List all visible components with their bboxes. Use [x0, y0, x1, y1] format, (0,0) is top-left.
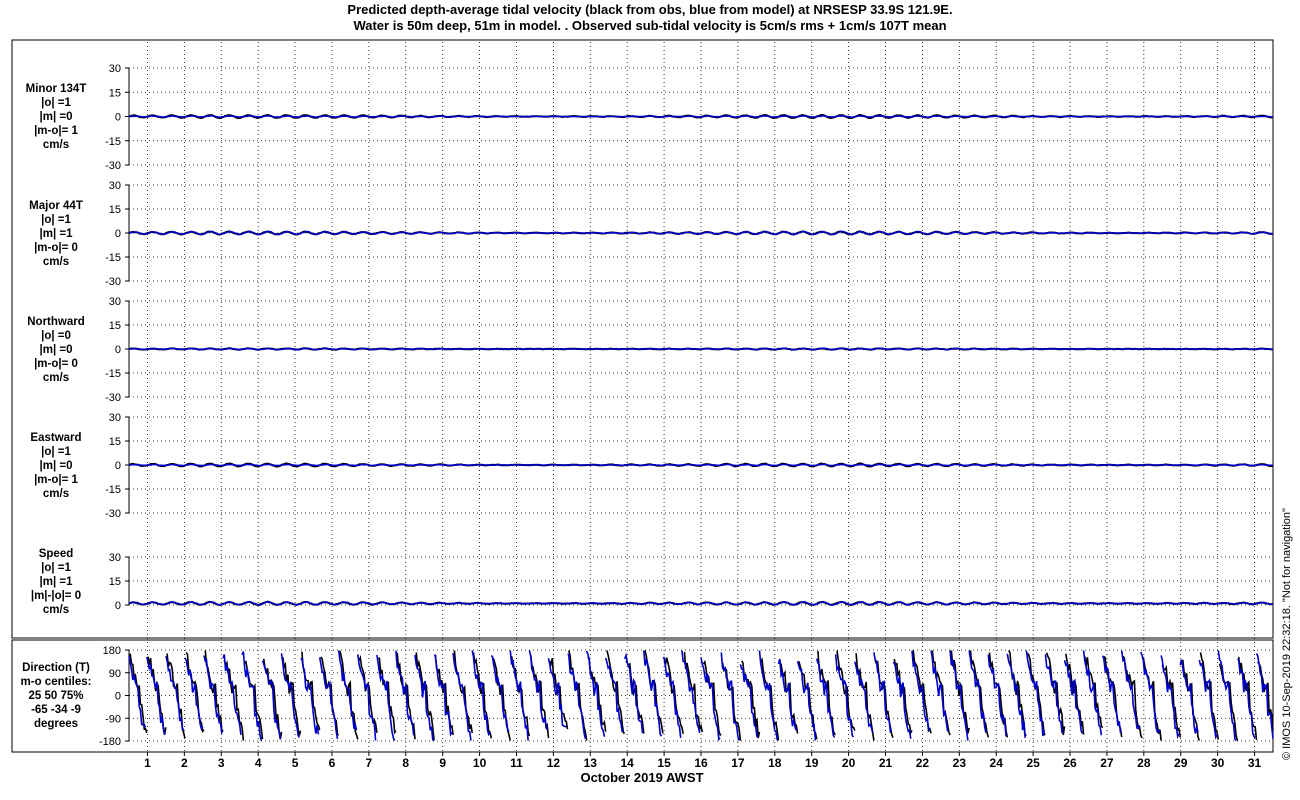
speed-panel-label: Speed |o| =1 |m| =1 |m|-|o|= 0 cm/s — [0, 547, 112, 617]
x-tick-label-18: 18 — [768, 756, 782, 770]
speed-y-tick-label-0: 0 — [115, 600, 121, 612]
northward-label-line: |o| =0 — [41, 330, 71, 342]
eastward-y-tick-label-0: 0 — [115, 460, 121, 472]
minor-label-line: |m| =0 — [39, 111, 73, 123]
x-tick-label-27: 27 — [1100, 756, 1114, 770]
x-tick-label-26: 26 — [1063, 756, 1077, 770]
x-tick-label-3: 3 — [218, 756, 225, 770]
speed-label-line: |o| =1 — [41, 562, 71, 574]
speed-label-line: Speed — [38, 548, 74, 560]
x-tick-label-13: 13 — [584, 756, 598, 770]
x-tick-label-22: 22 — [916, 756, 930, 770]
minor-panel-label: Minor 134T |o| =1 |m| =0 |m-o|= 1 cm/s — [0, 82, 112, 152]
x-tick-label-9: 9 — [439, 756, 446, 770]
x-tick-label-1: 1 — [144, 756, 151, 770]
x-tick-label-14: 14 — [621, 756, 635, 770]
northward-label-line: |m| =0 — [39, 344, 73, 356]
minor-y-tick-label-30: 30 — [109, 63, 121, 75]
x-tick-label-16: 16 — [694, 756, 708, 770]
x-tick-label-29: 29 — [1174, 756, 1188, 770]
footer-stamp: © IMOS 10-Sep-2019 22:32:18. "Not for na… — [1281, 508, 1293, 760]
direction-label-line: Direction (T) — [22, 662, 90, 674]
eastward-label-line: cm/s — [42, 488, 70, 500]
direction-label-line: 25 50 75% — [28, 690, 84, 702]
northward-label-line: cm/s — [42, 372, 70, 384]
eastward-label-line: |o| =1 — [41, 446, 71, 458]
minor-label-line: Minor 134T — [25, 83, 87, 95]
major-y-tick-label--30: -30 — [105, 276, 121, 288]
eastward-panel-label: Eastward |o| =1 |m| =0 |m-o|= 1 cm/s — [0, 431, 112, 501]
eastward-y-tick-label-30: 30 — [109, 412, 121, 424]
x-tick-label-23: 23 — [953, 756, 967, 770]
northward-y-tick-label--30: -30 — [105, 392, 121, 404]
direction-label-line: -65 -34 -9 — [31, 704, 81, 716]
eastward-y-tick-label--30: -30 — [105, 508, 121, 520]
northward-y-tick-label-0: 0 — [115, 344, 121, 356]
major-label-line: Major 44T — [29, 200, 83, 212]
x-tick-label-30: 30 — [1211, 756, 1225, 770]
upper-frame — [11, 39, 1274, 639]
major-panel-label: Major 44T |o| =1 |m| =1 |m-o|= 0 cm/s — [0, 199, 112, 269]
x-tick-label-24: 24 — [990, 756, 1004, 770]
minor-label-line: cm/s — [42, 139, 70, 151]
eastward-label-line: |m-o|= 1 — [34, 474, 78, 486]
eastward-label-line: |m| =0 — [39, 460, 73, 472]
direction-label-line: m-o centiles: — [20, 676, 92, 688]
x-tick-label-10: 10 — [473, 756, 487, 770]
major-label-line: |m-o|= 0 — [34, 242, 78, 254]
direction-y-tick-label--180: -180 — [99, 736, 121, 748]
northward-panel-label: Northward |o| =0 |m| =0 |m-o|= 0 cm/s — [0, 315, 112, 385]
x-tick-label-19: 19 — [805, 756, 819, 770]
direction-y-tick-label-180: 180 — [103, 645, 121, 657]
direction-panel-label: Direction (T) m-o centiles: 25 50 75% -65 -… — [0, 661, 112, 731]
x-tick-label-21: 21 — [879, 756, 893, 770]
x-tick-label-4: 4 — [255, 756, 262, 770]
tidal-velocity-chart: 1 2 3 4 5 6 7 8 9 10 11 12 13 14 15 16 17 18 19 20 21 22 23 24 2… — [11, 39, 1274, 770]
x-tick-label-7: 7 — [366, 756, 373, 770]
minor-y-tick-label--30: -30 — [105, 160, 121, 172]
minor-label-line: |m-o|= 1 — [34, 125, 78, 137]
northward-label-line: Northward — [27, 316, 85, 328]
speed-label-line: cm/s — [42, 604, 70, 616]
direction-y-tick-label-0: 0 — [115, 691, 121, 703]
speed-label-line: |m|-|o|= 0 — [30, 590, 82, 602]
major-label-line: |m| =1 — [39, 228, 73, 240]
northward-y-tick-label-30: 30 — [109, 296, 121, 308]
x-tick-label-8: 8 — [402, 756, 409, 770]
x-tick-label-6: 6 — [329, 756, 336, 770]
x-tick-label-17: 17 — [731, 756, 745, 770]
eastward-label-line: Eastward — [30, 432, 82, 444]
northward-label-line: |m-o|= 0 — [34, 358, 78, 370]
direction-label-line: degrees — [33, 718, 79, 730]
x-tick-label-31: 31 — [1248, 756, 1262, 770]
speed-label-line: |m| =1 — [39, 576, 73, 588]
x-tick-label-25: 25 — [1026, 756, 1040, 770]
major-y-tick-label-30: 30 — [109, 180, 121, 192]
x-tick-label-2: 2 — [181, 756, 188, 770]
x-tick-label-28: 28 — [1137, 756, 1151, 770]
major-label-line: cm/s — [42, 256, 70, 268]
x-tick-label-5: 5 — [292, 756, 299, 770]
x-tick-label-11: 11 — [510, 756, 523, 770]
x-tick-label-20: 20 — [842, 756, 856, 770]
minor-label-line: |o| =1 — [41, 97, 71, 109]
major-y-tick-label-0: 0 — [115, 228, 121, 240]
minor-y-tick-label-0: 0 — [115, 112, 121, 124]
x-tick-label-15: 15 — [657, 756, 671, 770]
x-axis-title: October 2019 AWST — [580, 770, 704, 785]
major-label-line: |o| =1 — [41, 214, 71, 226]
x-tick-label-12: 12 — [547, 756, 561, 770]
